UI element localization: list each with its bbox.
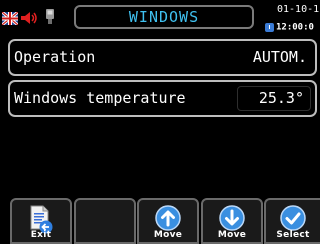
operation-label: Operation [14, 48, 96, 66]
page-title: WINDOWS [128, 8, 200, 26]
exit-label: Exit [30, 230, 52, 240]
windows-temperature-value-box: 25.3° [237, 86, 311, 111]
softkey-bar: Exit Move Move Select [0, 198, 320, 244]
select-label: Select [276, 230, 310, 240]
page-title-box: WINDOWS [74, 5, 254, 29]
windows-temperature-row[interactable]: Windows temperature 25.3° [8, 80, 317, 117]
windows-temperature-value: 25.3° [258, 89, 304, 107]
move-down-button[interactable]: Move [201, 198, 263, 244]
lamp-icon[interactable] [44, 9, 56, 25]
windows-screen: WINDOWS 01-10-1 12:00:0 Operation AUTOM.… [0, 0, 320, 244]
windows-temperature-label: Windows temperature [14, 89, 186, 107]
move-down-label: Move [217, 230, 247, 240]
clock-icon [265, 23, 274, 32]
uk-flag-icon[interactable] [1, 10, 19, 27]
date-text: 01-10-1 [277, 4, 320, 15]
select-button[interactable]: Select [264, 198, 320, 244]
status-icons [1, 8, 68, 28]
move-up-button[interactable]: Move [137, 198, 199, 244]
empty-softkey[interactable] [74, 198, 136, 244]
speaker-mute-icon[interactable] [20, 10, 38, 24]
operation-row[interactable]: Operation AUTOM. [8, 39, 317, 76]
operation-value: AUTOM. [252, 48, 307, 66]
clock-row: 12:00:0 [265, 17, 314, 33]
time-text: 12:00:0 [276, 22, 314, 33]
header-bar: WINDOWS 01-10-1 12:00:0 [0, 0, 320, 34]
exit-button[interactable]: Exit [10, 198, 72, 244]
datetime-display: 01-10-1 12:00:0 [265, 3, 320, 33]
move-up-label: Move [153, 230, 183, 240]
